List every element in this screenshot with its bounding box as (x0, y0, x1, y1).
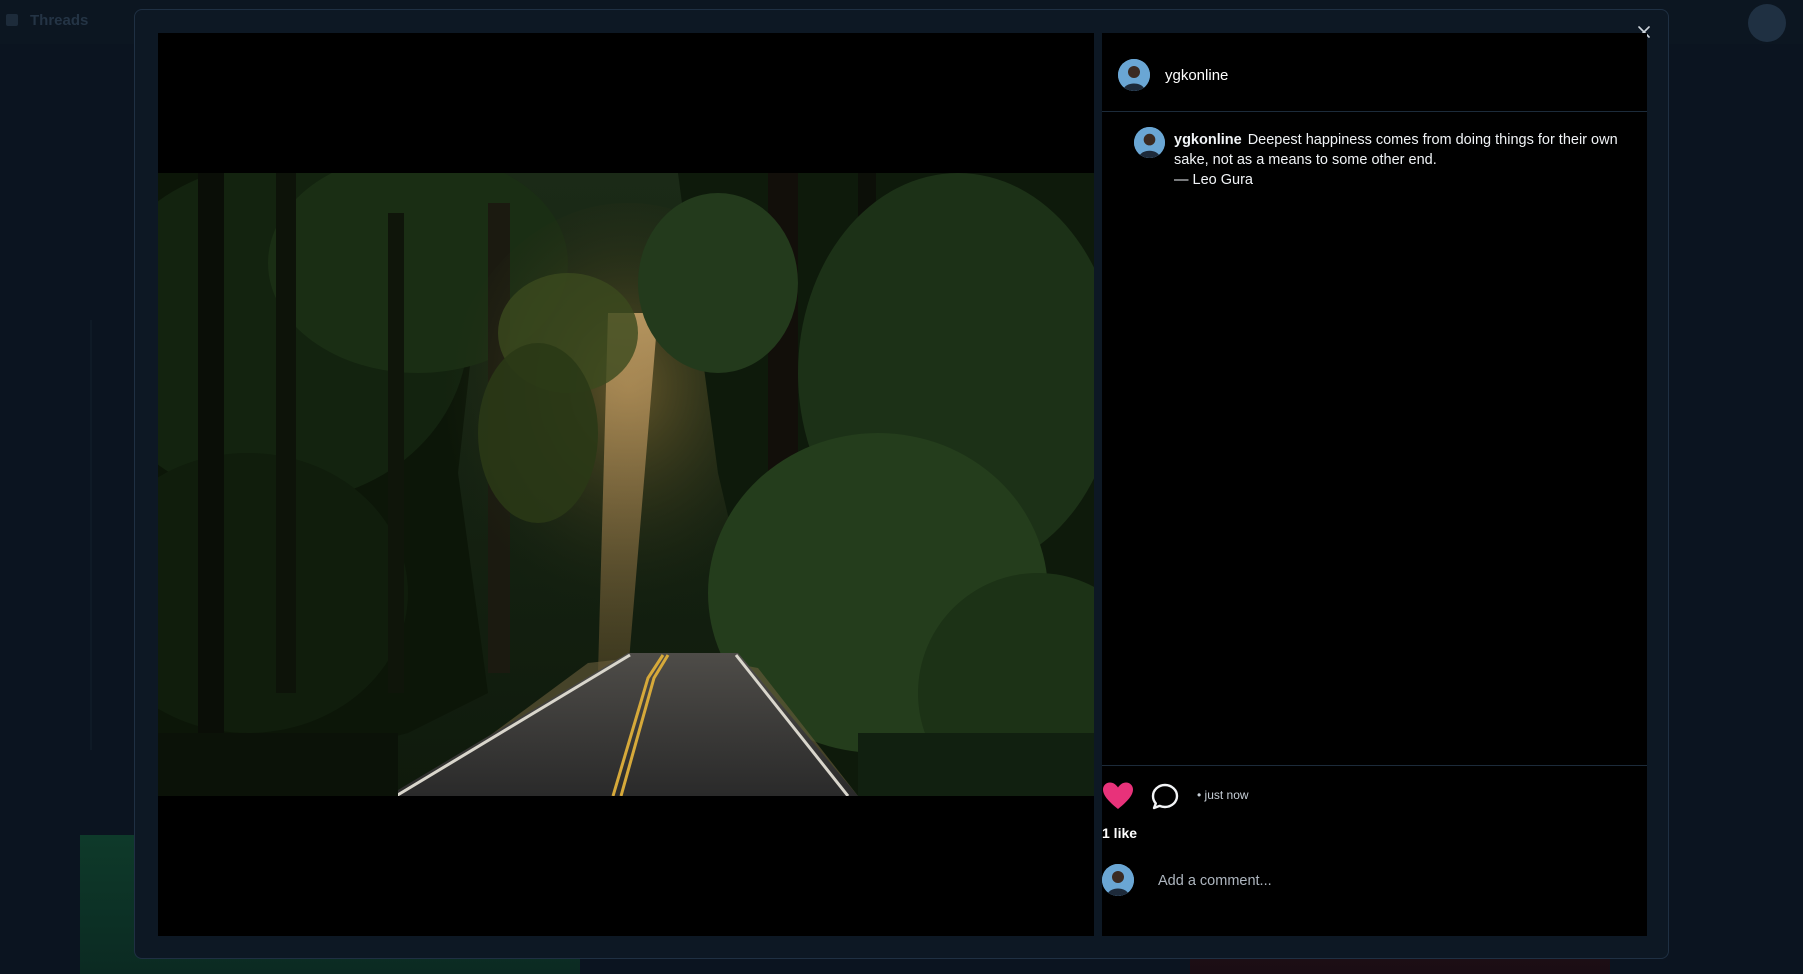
post-author-username[interactable]: ygkonline (1165, 67, 1228, 84)
media-pane (158, 33, 1094, 936)
avatar[interactable] (1118, 59, 1150, 91)
background-app-title: Threads (30, 12, 89, 29)
user-avatar-icon (1134, 127, 1165, 158)
forest-road-illustration (158, 173, 1094, 796)
comment-icon (1151, 783, 1179, 810)
post-header: ygkonline (1102, 33, 1647, 112)
user-avatar-icon (1118, 59, 1150, 91)
comment-button[interactable] (1150, 782, 1180, 812)
background-logo-icon (6, 14, 18, 26)
caption-avatar[interactable] (1134, 127, 1165, 158)
caption-username[interactable]: ygkonline (1174, 132, 1242, 148)
comment-input[interactable] (1156, 868, 1630, 894)
heart-icon (1103, 782, 1133, 809)
user-avatar-icon (1102, 864, 1134, 896)
post-image[interactable] (158, 173, 1094, 796)
likes-count[interactable]: 1 like (1102, 825, 1137, 841)
post-timestamp: • just now (1197, 788, 1249, 802)
post-caption: ygkonline Deepest happiness comes from do… (1174, 130, 1634, 190)
background-divider (90, 320, 92, 750)
like-button[interactable] (1102, 781, 1134, 811)
details-pane: ygkonline ygkonline Deepest happiness com… (1102, 33, 1647, 936)
caption-attribution: — Leo Gura (1174, 172, 1253, 188)
commenter-avatar (1102, 864, 1134, 896)
background-avatar (1748, 4, 1786, 42)
post-actions-footer: • just now 1 like (1102, 765, 1647, 937)
